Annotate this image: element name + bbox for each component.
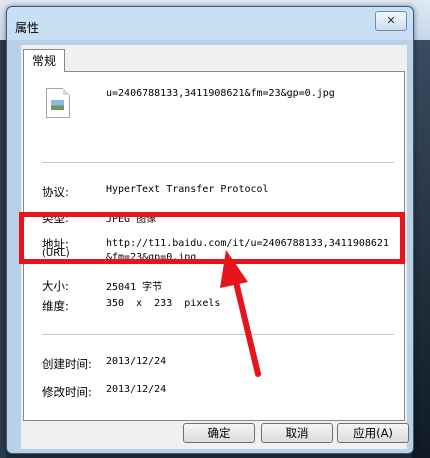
tab-general[interactable]: 常规	[23, 49, 65, 72]
